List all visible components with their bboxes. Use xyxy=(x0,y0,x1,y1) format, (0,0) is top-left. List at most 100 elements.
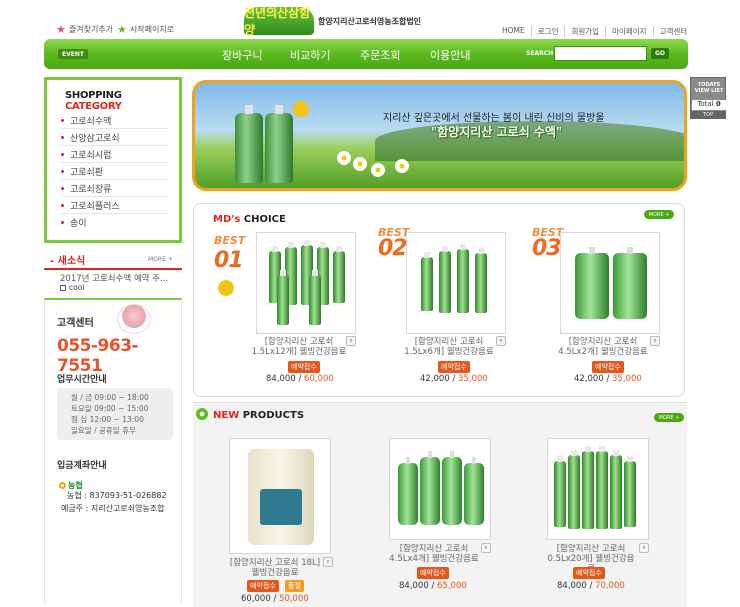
divider xyxy=(44,268,182,270)
flower-icon xyxy=(337,151,351,165)
nav-guide[interactable]: 이용안내 xyxy=(430,47,470,63)
logo-mark: 천년의산삼함양 xyxy=(244,6,314,37)
shopping-category: SHOPPING CATEGORY 고로쇠수액 산양삼고로쇠 고로쇠시럽 고로쇠… xyxy=(44,77,182,243)
headset-icon xyxy=(117,304,151,334)
search-input[interactable] xyxy=(554,46,647,61)
today-total: Total 0 xyxy=(692,100,726,110)
cs-link[interactable]: 고객센터 xyxy=(654,26,694,37)
product-price: 84,000 / 60,000 xyxy=(266,374,334,384)
jug-icon xyxy=(613,247,647,319)
zoom-icon[interactable]: ⌕ xyxy=(323,557,333,567)
bottle-icon xyxy=(457,244,469,313)
reserve-tag: 예약접수 xyxy=(592,361,624,373)
more-button[interactable]: MORE + xyxy=(644,210,674,219)
zoom-icon[interactable]: ⌕ xyxy=(639,543,649,553)
news-author: cool xyxy=(60,283,84,292)
hours-row: 월 / 금 09:00 ~ 18:00 xyxy=(71,393,149,402)
bottle-icon xyxy=(265,105,293,183)
product-name[interactable]: [함양지리산 고로쇠 1.5Lx12개] 웰빙건강음료 xyxy=(250,337,348,357)
bottle-icon xyxy=(475,248,487,313)
flower-icon xyxy=(395,159,409,173)
zoom-icon[interactable]: ⌕ xyxy=(481,543,491,553)
scroll-top-button[interactable]: TOP xyxy=(690,111,726,119)
product-image[interactable] xyxy=(560,232,660,334)
category-item[interactable]: 고로쇠환 xyxy=(61,163,169,180)
bullet-icon xyxy=(61,135,64,139)
account-holder: 예금주 : 지리산고로쇠영농조합 xyxy=(61,504,165,513)
site-logo[interactable]: 천년의산삼함양 함양지리산고로쇠영농조합법인 xyxy=(244,6,434,37)
md-choice-section: MD's CHOICE MORE + BEST 01 ⌕ [함양지리산 고로쇠 … xyxy=(193,203,685,397)
product-name[interactable]: [함양지리산 고로쇠 18L] 웰빙건강음료 xyxy=(229,558,321,578)
bullet-icon xyxy=(61,186,64,190)
hours-row: 일요일 / 공휴일 휴무 xyxy=(71,426,136,435)
nav-order-lookup[interactable]: 주문조회 xyxy=(360,47,400,63)
product-image[interactable] xyxy=(229,438,331,554)
category-item[interactable]: 송이 xyxy=(61,214,169,231)
product-image[interactable] xyxy=(547,438,649,540)
category-item[interactable]: 고로쇠시럽 xyxy=(61,146,169,163)
bookmark-link[interactable]: ★ 즐겨찾기추가 xyxy=(56,24,113,35)
category-item[interactable]: 고로쇠플러스 xyxy=(61,197,169,214)
reserve-tag: 예약접수 xyxy=(573,567,605,579)
account-title: 입금계좌안내 xyxy=(57,461,107,471)
product-price: 42,000 / 35,000 xyxy=(420,374,488,384)
bullet-icon xyxy=(61,203,64,207)
product-name[interactable]: [함양지리산 고로쇠 4.5Lx4개] 웰빙건강음료 xyxy=(389,544,479,564)
more-button[interactable]: MORE + xyxy=(654,413,684,422)
category-item[interactable]: 고로쇠장류 xyxy=(61,180,169,197)
startpage-link[interactable]: ★ 시작페이지로 xyxy=(117,24,174,35)
main-banner[interactable]: 지리산 깊은곳에서 선물하는 봄이 내린 신비의 물방울 "함양지리산 고로쇠 … xyxy=(192,80,687,191)
reserve-tag: 예약접수 xyxy=(438,361,470,373)
bottle-icon xyxy=(309,270,321,325)
bullet-icon xyxy=(61,152,64,156)
hours-title: 업무시간안내 xyxy=(57,375,107,385)
section-title: MD's CHOICE xyxy=(213,214,286,225)
product-name[interactable]: [함양지리산 고로쇠 4.5Lx2개] 웰빙건강음료 xyxy=(554,337,652,357)
product-image[interactable] xyxy=(256,232,356,334)
bank-logo-icon xyxy=(59,482,66,489)
bottle-icon xyxy=(333,246,345,303)
best-rank: 03 xyxy=(532,236,562,261)
today-title: TODAYS VIEW LIST xyxy=(694,82,724,94)
nav-cart[interactable]: 장바구니 xyxy=(222,47,262,63)
bottle-icon xyxy=(277,270,289,325)
nav-compare[interactable]: 비교하기 xyxy=(290,47,330,63)
reserve-tag: 예약접수 xyxy=(288,361,320,373)
bullet-icon xyxy=(61,221,64,224)
home-link[interactable]: HOME xyxy=(496,26,532,37)
product-name[interactable]: [함양지리산 고로쇠 1.5Lx6개] 웰빙건강음료 xyxy=(400,337,498,357)
main-nav: EVENT 장바구니 비교하기 주문조회 이용안내 SEARCH GO xyxy=(44,39,688,69)
bottle-icon xyxy=(421,252,433,311)
product-image[interactable] xyxy=(406,232,506,334)
jug-icon xyxy=(420,451,440,525)
flower-icon xyxy=(371,163,385,177)
soldout-tag: 품절 xyxy=(285,580,304,592)
news-more-button[interactable]: MORE + xyxy=(148,256,173,263)
join-link[interactable]: 회원가입 xyxy=(565,26,607,37)
event-button[interactable]: EVENT xyxy=(58,49,88,59)
reserve-tag: 예약접수 xyxy=(417,567,449,579)
product-price: 84,000 / 65,000 xyxy=(399,581,467,591)
banner-subtitle: 지리산 깊은곳에서 선물하는 봄이 내린 신비의 물방울 xyxy=(383,113,605,124)
cs-title: 고객센터 xyxy=(57,318,94,329)
best-label: BEST xyxy=(214,234,246,247)
category-item[interactable]: 산양삼고로쇠 xyxy=(61,129,169,146)
login-link[interactable]: 로그인 xyxy=(532,26,566,37)
top-nav: HOME 로그인 회원가입 마이페이지 고객센터 xyxy=(496,26,693,37)
category-title: SHOPPING CATEGORY xyxy=(65,90,122,112)
new-products-section: NEW PRODUCTS MORE + ⌕ [함양지리산 고로쇠 18L] 웰빙… xyxy=(193,402,687,607)
jug-icon xyxy=(398,457,418,525)
bottle-icon xyxy=(235,105,263,183)
search-go-button[interactable]: GO xyxy=(651,48,669,59)
bottle-icon xyxy=(582,446,594,529)
customer-center: 고객센터 055-963-7551 업무시간안내 월 / 금 09:00 ~ 1… xyxy=(44,298,182,604)
news-title: - 새소식 xyxy=(50,256,86,267)
mypage-link[interactable]: 마이페이지 xyxy=(606,26,654,37)
bullet-icon xyxy=(61,118,64,122)
category-item[interactable]: 고로쇠수액 xyxy=(61,112,169,129)
product-image[interactable] xyxy=(389,438,491,540)
star-icon: ★ xyxy=(56,23,66,36)
banner-title: "함양지리산 고로쇠 수액" xyxy=(431,125,563,139)
medal-icon xyxy=(218,280,234,296)
hours-box: 월 / 금 09:00 ~ 18:00 토요일 09:00 ~ 15:00 점 … xyxy=(57,388,173,440)
